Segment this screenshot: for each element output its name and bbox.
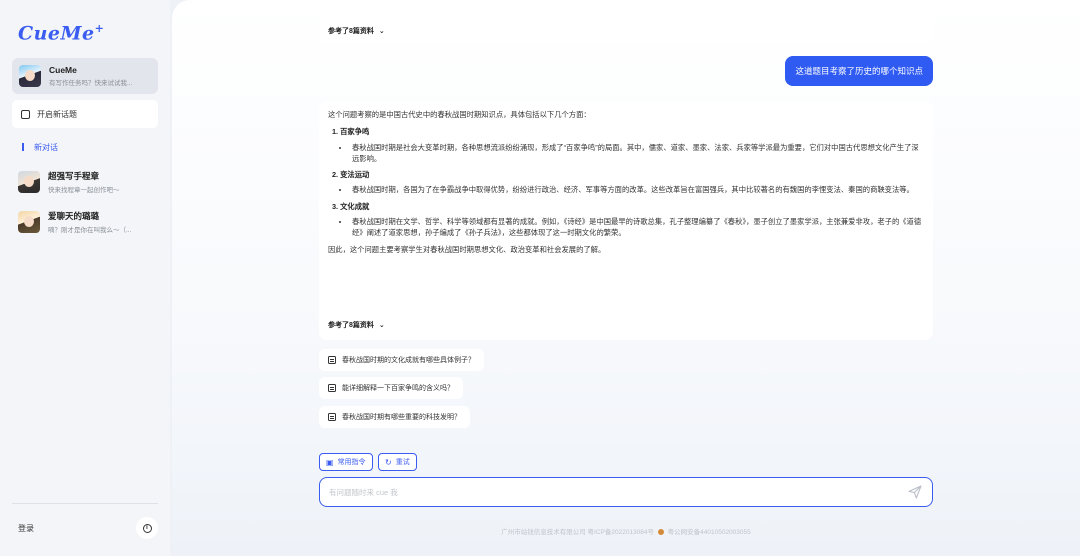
logo-mark: + [94, 22, 105, 35]
logo-text: CueMe [18, 22, 95, 45]
police-record: 粤公网安备44010502003055 [667, 529, 751, 536]
question-icon [328, 413, 336, 421]
new-topic-icon [21, 109, 30, 119]
message-input[interactable] [329, 487, 907, 497]
answer-bullet: 春秋战国时期，各国为了在争霸战争中取得优势，纷纷进行政治、经济、军事等方面的改革… [350, 184, 924, 195]
avatar [18, 171, 40, 194]
site-footer: 广州市站钱信息技术有限公司 粤ICP备2022013084号 粤公网安备4401… [319, 526, 933, 536]
info-button[interactable]: i [136, 517, 158, 539]
bot-subtitle: 有写作任务吗？快来试试我... [49, 80, 133, 88]
info-icon: i [142, 523, 152, 533]
police-badge-icon [657, 529, 664, 535]
chat-subtitle: 快来找程章一起创作吧～ [48, 187, 120, 195]
bot-name: CueMe [49, 65, 77, 76]
chevron-down-icon: ⌄ [378, 28, 385, 35]
sidebar-footer: 登录 i [12, 503, 158, 539]
send-icon[interactable] [907, 484, 923, 500]
question-icon [328, 384, 336, 392]
answer-heading: 2. 变法运动 [332, 170, 370, 180]
chat-name: 超强写手程章 [48, 171, 100, 182]
suggested-question[interactable]: 春秋战国时期的文化成就有哪些具体例子？ [319, 349, 484, 371]
reference-label: 参考了8篇资料 [328, 322, 374, 329]
chat-subtitle: 嘀？刚才是你在叫我么～（... [48, 227, 132, 235]
sidebar-item-new-chat[interactable]: 新对话 [12, 140, 158, 154]
company-icp: 广州市站钱信息技术有限公司 粤ICP备2022013084号 [501, 529, 655, 536]
reference-toggle[interactable]: 参考了8篇资料 ⌄ [319, 314, 933, 336]
answer-intro: 这个问题考察的是中国古代史中的春秋战国时期知识点，具体包括以下几个方面： [328, 110, 591, 119]
active-indicator [22, 143, 24, 152]
answer-conclusion: 因此，这个问题主要考察学生对春秋战国时期思想文化、政治变革和社会发展的了解。 [328, 244, 606, 254]
common-commands-label: 常用指令 [337, 459, 366, 466]
avatar [19, 65, 41, 88]
suggested-question-text: 能详细解释一下百家争鸣的含义吗？ [342, 385, 454, 392]
chevron-down-icon: ⌄ [378, 322, 385, 329]
chat-main: 参考了8篇资料 ⌄ 这道题目考察了历史的哪个知识点 这个问题考察的是中国古代史中… [172, 0, 1080, 556]
suggested-question-text: 春秋战国时期有哪些重要的科技发明？ [342, 414, 461, 421]
answer-heading: 1. 百家争鸣 [332, 127, 370, 137]
suggested-question[interactable]: 春秋战国时期有哪些重要的科技发明？ [319, 406, 470, 428]
avatar [18, 211, 40, 234]
login-link[interactable]: 登录 [12, 523, 34, 534]
answer-bullet: 春秋战国时期是社会大变革时期，各种思想流派纷纷涌现，形成了“百家争鸣”的局面。其… [350, 142, 924, 165]
message-composer [319, 477, 933, 507]
common-commands-button[interactable]: ▣ 常用指令 [319, 453, 373, 471]
reference-toggle[interactable]: 参考了8篇资料 ⌄ [319, 20, 933, 42]
sidebar-chat-item[interactable]: 超强写手程章 快来找程章一起创作吧～ [12, 168, 158, 196]
command-icon: ▣ [326, 457, 334, 467]
retry-label: 重试 [395, 459, 410, 466]
chat-name: 爱聊天的璐璐 [48, 211, 100, 222]
reference-label: 参考了8篇资料 [328, 28, 374, 35]
new-topic-label: 开启新话题 [37, 109, 77, 119]
refresh-icon: ↻ [385, 457, 392, 467]
bot-card-cueme[interactable]: CueMe 有写作任务吗？快来试试我... [12, 58, 158, 95]
answer-bullet: 春秋战国时期在文学、哲学、科学等领域都有显著的成就。例如，《诗经》是中国最早的诗… [350, 216, 924, 239]
cueme-logo[interactable]: CueMe+ [18, 22, 158, 44]
suggested-question[interactable]: 能详细解释一下百家争鸣的含义吗？ [319, 377, 463, 399]
new-topic-button[interactable]: 开启新话题 [12, 100, 158, 129]
user-message-text: 这道题目考察了历史的哪个知识点 [795, 66, 923, 76]
new-chat-label: 新对话 [34, 142, 58, 152]
sidebar-chat-item[interactable]: 爱聊天的璐璐 嘀？刚才是你在叫我么～（... [12, 208, 158, 236]
suggested-question-text: 春秋战国时期的文化成就有哪些具体例子？ [342, 357, 475, 364]
assistant-message: 这个问题考察的是中国古代史中的春秋战国时期知识点，具体包括以下几个方面： 1. … [319, 101, 933, 340]
sidebar: CueMe+ CueMe 有写作任务吗？快来试试我... 开启新话题 新对话 超… [0, 0, 170, 556]
question-icon [328, 356, 336, 364]
user-message: 这道题目考察了历史的哪个知识点 [785, 56, 933, 86]
retry-button[interactable]: ↻ 重试 [378, 453, 417, 471]
answer-heading: 3. 文化成就 [332, 201, 370, 211]
